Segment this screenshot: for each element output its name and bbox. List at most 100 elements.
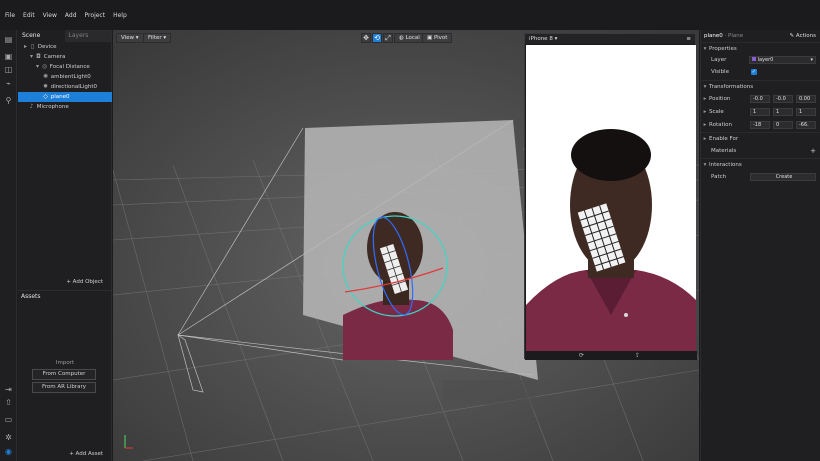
tree-item-label: Focal Distance <box>49 64 90 70</box>
object-type: · Plane <box>724 33 744 39</box>
scale-tool-icon[interactable]: ⤢ <box>383 33 393 43</box>
position-y-field[interactable]: -0.0 <box>773 95 793 103</box>
position-z-field[interactable]: 0.00 <box>796 95 816 103</box>
person-shirt <box>343 299 453 360</box>
menu-bar: File Edit View Add Project Help <box>0 0 820 30</box>
create-patch-button[interactable]: Create <box>750 173 816 181</box>
export-icon[interactable]: ⇥ <box>4 386 13 394</box>
chevron-down-icon: ▾ <box>703 84 707 90</box>
tree-item-label: plane0 <box>50 94 70 100</box>
tool-rail: ▤ ▣ ◫ ⌁ ⚲ ⇥ ⇧ ▭ ✲ ◉ <box>0 30 17 461</box>
camera-icon: ◘ <box>36 53 41 60</box>
keyframe-icon[interactable]: ▸ <box>701 119 709 131</box>
scale-y-field[interactable]: 1 <box>773 108 793 116</box>
keyframe-icon[interactable]: ▸ <box>701 93 709 105</box>
menu-add[interactable]: Add <box>65 12 77 19</box>
search-icon[interactable]: ⚲ <box>4 97 13 105</box>
settings-icon[interactable]: ✲ <box>4 434 13 442</box>
scene-tabs: Scene Layers <box>18 30 111 42</box>
patch-icon[interactable]: ⌁ <box>4 80 13 88</box>
from-computer-button[interactable]: From Computer <box>32 369 96 380</box>
menu-help[interactable]: Help <box>113 12 127 19</box>
visible-row: Visible ✓ <box>711 69 757 75</box>
menu-edit[interactable]: Edit <box>23 12 35 19</box>
object-name: plane0 <box>704 33 723 39</box>
materials-row: Materials + <box>711 145 816 157</box>
section-properties[interactable]: ▾ Properties <box>701 42 820 54</box>
rotate-tool-icon[interactable]: ⟲ <box>372 33 382 43</box>
visible-checkbox[interactable]: ✓ <box>751 69 757 75</box>
keyframe-icon[interactable]: ▸ <box>701 106 709 118</box>
tree-item-plane[interactable]: ◇ plane0 <box>18 92 112 102</box>
focal-distance-icon: ◎ <box>41 63 48 70</box>
position-x-field[interactable]: -0.0 <box>750 95 770 103</box>
inspector-header: plane0 · Plane ✎ Actions <box>701 30 820 42</box>
send-to-device-icon[interactable]: ⇪ <box>635 352 640 359</box>
tree-item-ambient-light[interactable]: ✺ ambientLight0 <box>18 72 112 82</box>
compare-icon[interactable]: ◫ <box>4 66 13 74</box>
rotation-z-field[interactable]: -66. <box>796 121 816 129</box>
layer-select[interactable]: layer0 ▾ <box>749 56 816 64</box>
device-preview: iPhone 8 ▾ ≡ ⟳ ⇪ <box>524 33 697 360</box>
menu-file[interactable]: File <box>5 12 15 19</box>
ambient-light-icon: ✺ <box>42 73 49 80</box>
tree-item-label: ambientLight0 <box>50 74 91 80</box>
tree-item-directional-light[interactable]: ✹ directionalLight0 <box>18 82 112 92</box>
add-asset-button[interactable]: + Add Asset <box>69 451 103 457</box>
scale-row: ▸ Scale 1 1 1 <box>701 106 820 118</box>
assets-title: Assets <box>21 293 41 300</box>
video-icon[interactable]: ▣ <box>4 53 13 61</box>
rotation-x-field[interactable]: -18 <box>750 121 770 129</box>
preview-screen[interactable] <box>526 45 696 351</box>
device-selector[interactable]: iPhone 8 ▾ ≡ <box>525 34 695 44</box>
tab-layers[interactable]: Layers <box>64 30 111 42</box>
assets-panel: Assets Import From Computer From AR Libr… <box>18 290 112 461</box>
layer-color-swatch <box>752 57 756 61</box>
move-tool-icon[interactable]: ✥ <box>361 33 371 43</box>
tree-item-label: Device <box>37 44 57 50</box>
chevron-right-icon: ▸ <box>703 136 707 142</box>
tree-item-focal-distance[interactable]: ▾ ◎ Focal Distance <box>18 62 112 72</box>
device-icon: ▯ <box>30 43 35 50</box>
tree-item-device[interactable]: ▸ ▯ Device <box>18 42 112 52</box>
scale-z-field[interactable]: 1 <box>796 108 816 116</box>
local-toggle[interactable]: ◍ Local <box>394 33 425 43</box>
section-transformations[interactable]: ▾ Transformations <box>701 80 820 92</box>
tree-item-camera[interactable]: ▾ ◘ Camera <box>18 52 112 62</box>
inspector-panel: plane0 · Plane ✎ Actions ▾ Properties Lay… <box>700 30 820 461</box>
position-row: ▸ Position -0.0 -0.0 0.00 <box>701 93 820 105</box>
share-icon[interactable]: ⇧ <box>4 399 13 407</box>
rotation-y-field[interactable]: 0 <box>773 121 793 129</box>
scale-x-field[interactable]: 1 <box>750 108 770 116</box>
tree-item-label: Microphone <box>36 104 69 110</box>
menu-icon[interactable]: ≡ <box>686 34 691 44</box>
pivot-toggle[interactable]: ▣ Pivot <box>422 33 453 43</box>
section-interactions[interactable]: ▾ Interactions <box>701 158 820 170</box>
menu-view[interactable]: View <box>43 12 57 19</box>
preview-canvas <box>526 45 696 351</box>
menu-project[interactable]: Project <box>85 12 106 19</box>
filter-dropdown[interactable]: Filter ▾ <box>143 33 172 43</box>
section-enable-for[interactable]: ▸ Enable For <box>701 132 820 144</box>
tab-scene[interactable]: Scene <box>18 30 65 42</box>
scene-panel-icon[interactable]: ▤ <box>4 36 13 44</box>
tree-item-label: Camera <box>43 54 66 60</box>
chevron-down-icon: ▾ <box>810 57 813 63</box>
globe-icon: ◍ <box>399 35 404 41</box>
add-object-button[interactable]: + Add Object <box>66 279 103 285</box>
plane-icon: ◇ <box>43 93 48 100</box>
chevron-down-icon: ▾ <box>703 162 707 168</box>
tree-item-microphone[interactable]: ♪ Microphone <box>18 102 112 112</box>
pivot-icon: ▣ <box>427 35 433 41</box>
actions-button[interactable]: ✎ Actions <box>790 30 816 42</box>
view-dropdown[interactable]: View ▾ <box>116 33 144 43</box>
patch-row: Patch Create <box>701 171 820 183</box>
wrench-icon: ✎ <box>789 33 795 39</box>
help-icon[interactable]: ◉ <box>4 448 13 456</box>
from-ar-library-button[interactable]: From AR Library <box>32 382 96 393</box>
preview-footer: ⟳ ⇪ <box>525 351 697 360</box>
layer-row: Layer layer0 ▾ <box>701 54 820 66</box>
refresh-icon[interactable]: ⟳ <box>579 352 584 359</box>
add-material-icon[interactable]: + <box>810 145 816 157</box>
folder-icon[interactable]: ▭ <box>4 416 13 424</box>
